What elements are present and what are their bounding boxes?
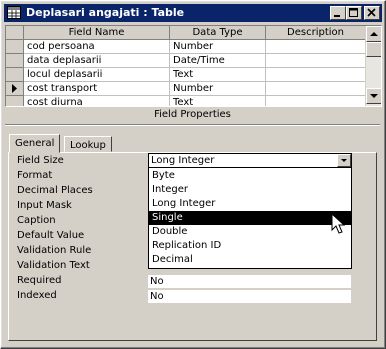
indexed-label: Indexed: [17, 290, 57, 301]
option-double[interactable]: Double: [149, 225, 351, 239]
validation-rule-label: Validation Rule: [17, 245, 92, 256]
option-integer[interactable]: Integer: [149, 183, 351, 197]
format-label: Format: [17, 170, 53, 181]
scroll-down-button[interactable]: [366, 88, 381, 104]
tab-general[interactable]: General: [9, 134, 61, 153]
description-cell[interactable]: [266, 96, 366, 106]
row-selector[interactable]: [6, 68, 24, 82]
data-type-cell[interactable]: Text: [170, 68, 266, 82]
title-bar[interactable]: Deplasari angajati : Table: [4, 4, 382, 22]
field-size-dropdown-button[interactable]: [337, 154, 351, 167]
maximize-icon: [349, 8, 358, 17]
description-cell[interactable]: [266, 82, 366, 96]
field-size-dropdown-list[interactable]: Byte Integer Long Integer Single Double …: [148, 167, 352, 269]
field-size-value: Long Integer: [151, 155, 215, 166]
scroll-thumb[interactable]: [366, 42, 381, 57]
field-name-cell[interactable]: cost transport: [24, 82, 170, 96]
maximize-button[interactable]: [346, 6, 362, 20]
data-type-cell[interactable]: Date/Time: [170, 54, 266, 68]
row-selector-current[interactable]: [6, 82, 24, 96]
close-icon: [367, 8, 376, 17]
column-header-field-name[interactable]: Field Name: [24, 26, 170, 40]
column-header-description[interactable]: Description: [266, 26, 366, 40]
row-selector[interactable]: [6, 96, 24, 106]
caption-label: Caption: [17, 215, 56, 226]
column-header-data-type[interactable]: Data Type: [170, 26, 266, 40]
field-name-cell[interactable]: cost diurna: [24, 96, 170, 106]
field-name-cell[interactable]: data deplasarii: [24, 54, 170, 68]
window-title: Deplasari angajati : Table: [26, 6, 185, 19]
table-icon: [7, 6, 21, 19]
field-properties-title: Field Properties: [154, 109, 231, 120]
option-decimal[interactable]: Decimal: [149, 253, 351, 267]
arrow-up-icon: [370, 32, 378, 36]
data-type-cell[interactable]: Text: [170, 96, 266, 106]
description-cell[interactable]: [266, 54, 366, 68]
option-byte[interactable]: Byte: [149, 169, 351, 183]
chevron-down-icon: [341, 159, 347, 162]
required-label: Required: [17, 275, 62, 286]
validation-text-label: Validation Text: [17, 260, 90, 271]
description-cell[interactable]: [266, 68, 366, 82]
scroll-up-button[interactable]: [366, 26, 381, 42]
default-value-label: Default Value: [17, 230, 85, 241]
section-divider: [5, 124, 380, 126]
option-long-integer[interactable]: Long Integer: [149, 197, 351, 211]
option-replication-id[interactable]: Replication ID: [149, 239, 351, 253]
close-button[interactable]: [364, 6, 380, 20]
description-cell[interactable]: [266, 40, 366, 54]
field-grid: Field Name Data Type Description cod per…: [5, 25, 382, 107]
field-size-label: Field Size: [17, 155, 64, 166]
table-design-window: Deplasari angajati : Table Field Name Da…: [0, 0, 386, 349]
row-selector[interactable]: [6, 54, 24, 68]
minimize-icon: [334, 15, 340, 17]
input-mask-label: Input Mask: [17, 200, 72, 211]
data-type-cell[interactable]: Number: [170, 82, 266, 96]
mouse-pointer-icon: [331, 213, 346, 234]
current-row-arrow-icon: [12, 84, 17, 93]
row-selector[interactable]: [6, 40, 24, 54]
decimal-places-label: Decimal Places: [17, 185, 93, 196]
grid-corner: [6, 26, 24, 40]
field-name-cell[interactable]: cod persoana: [24, 40, 170, 54]
tab-lookup[interactable]: Lookup: [64, 136, 112, 152]
field-size-select[interactable]: Long Integer: [148, 153, 352, 168]
field-name-cell[interactable]: locul deplasarii: [24, 68, 170, 82]
option-single[interactable]: Single: [149, 211, 351, 225]
indexed-field[interactable]: No: [148, 290, 351, 303]
vertical-scrollbar[interactable]: [365, 26, 381, 106]
arrow-down-icon: [370, 94, 378, 98]
minimize-button[interactable]: [330, 6, 346, 20]
required-field[interactable]: No: [148, 275, 351, 288]
data-type-cell[interactable]: Number: [170, 40, 266, 54]
